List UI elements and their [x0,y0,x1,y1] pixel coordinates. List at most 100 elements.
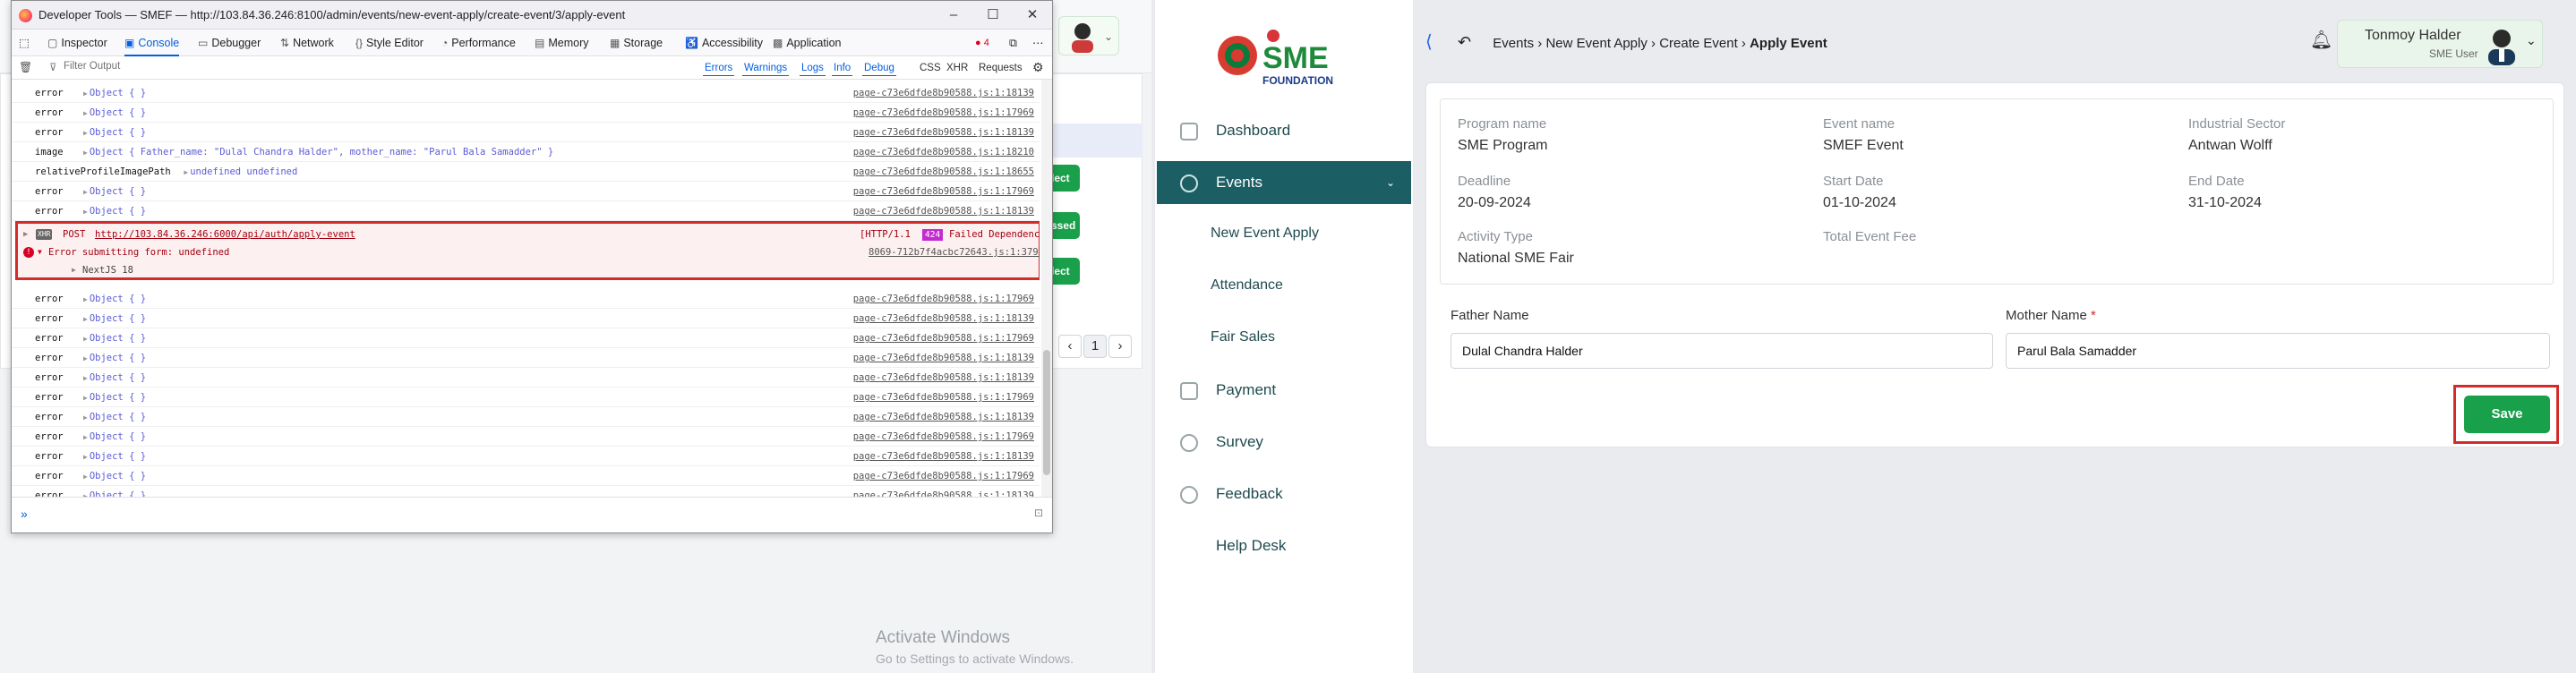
sidebar-subitem-attendance[interactable]: Attendance [1211,277,1283,294]
console-row[interactable]: error ▶ Object { } page-c73e6dfde8b90588.js… [12,83,1040,103]
sidebar-item-help-desk[interactable]: Help Desk [1157,524,1411,567]
source-link[interactable]: page-c73e6dfde8b90588.js:1:18139 [853,368,1034,387]
source-link[interactable]: page-c73e6dfde8b90588.js:1:18210 [853,142,1034,161]
tab-application[interactable]: ▩ Application [773,30,842,56]
source-link[interactable]: page-c73e6dfde8b90588.js:1:17969 [853,289,1034,308]
maximize-button[interactable]: ☐ [973,1,1013,30]
expand-icon[interactable]: ▶ [72,261,76,279]
more-menu-icon[interactable]: ⋯ [1032,30,1044,56]
console-row[interactable]: error ▶ Object { } page-c73e6dfde8b90588.js… [12,348,1040,368]
console-row[interactable]: error ▶ Object { } page-c73e6dfde8b90588.js… [12,407,1040,427]
source-link[interactable]: page-c73e6dfde8b90588.js:1:18139 [853,348,1034,367]
collapse-icon[interactable]: ▼ [38,243,42,261]
close-button[interactable]: ✕ [1013,1,1052,30]
source-link[interactable]: page-c73e6dfde8b90588.js:1:17969 [853,328,1034,347]
filter-info[interactable]: Info [832,60,853,76]
dock-icon[interactable]: ⧉ [1009,30,1017,56]
expand-icon[interactable]: ▶ [83,109,88,117]
source-link[interactable]: page-c73e6dfde8b90588.js:1:17969 [853,466,1034,485]
expand-icon[interactable]: ▶ [23,226,28,243]
filter-requests[interactable]: Requests [977,60,1024,76]
background-user-avatar[interactable]: ⌄ [1058,16,1119,55]
console-row[interactable]: error ▶ Object { } page-c73e6dfde8b90588.js… [12,328,1040,348]
error-message-row[interactable]: ! ▼ Error submitting form: undefined 806… [18,243,1040,261]
expand-icon[interactable]: ▶ [83,335,88,343]
source-link[interactable]: page-c73e6dfde8b90588.js:1:18139 [853,123,1034,141]
tab-storage[interactable]: ▦ Storage [610,30,663,56]
breadcrumb-item[interactable]: Events [1493,36,1534,51]
tab-network[interactable]: ⇅ Network [280,30,334,56]
filter-warnings[interactable]: Warnings [742,60,790,76]
sidebar-item-events[interactable]: Events ⌄ [1157,161,1411,204]
tab-console[interactable]: ▣ Console [124,30,180,56]
console-row[interactable]: relativeProfileImagePath ▶ undefined undef… [12,162,1040,182]
sidebar-item-payment[interactable]: Payment [1157,369,1411,412]
console-scrollbar-thumb[interactable] [1043,350,1050,475]
pager-next-button[interactable]: › [1108,335,1132,358]
tab-inspector[interactable]: ▢ Inspector [47,30,107,56]
console-row[interactable]: image ▶ Object { Father_name: "Dulal Chand… [12,142,1040,162]
father-name-input[interactable]: Dulal Chandra Halder [1451,333,1993,369]
filter-logs[interactable]: Logs [800,60,826,76]
expand-icon[interactable]: ▶ [83,315,88,323]
source-link[interactable]: page-c73e6dfde8b90588.js:1:18139 [853,447,1034,465]
source-link[interactable]: page-c73e6dfde8b90588.js:1:18139 [853,83,1034,102]
console-row[interactable]: error ▶ Object { } page-c73e6dfde8b90588.js… [12,309,1040,328]
source-link[interactable]: page-c73e6dfde8b90588.js:1:18139 [853,309,1034,328]
sme-foundation-logo[interactable]: SME FOUNDATION [1218,25,1352,88]
console-row[interactable]: error ▶ Object { } page-c73e6dfde8b90588.js… [12,427,1040,447]
tab-accessibility[interactable]: ♿ Accessibility [685,30,763,56]
back-arrow-icon[interactable]: ↶ [1458,33,1471,51]
source-link[interactable]: page-c73e6dfde8b90588.js:1:18139 [853,407,1034,426]
source-link[interactable]: page-c73e6dfde8b90588.js:1:17969 [853,388,1034,406]
expand-icon[interactable]: ▶ [83,188,88,196]
source-link[interactable]: page-c73e6dfde8b90588.js:1:17969 [853,427,1034,446]
console-row[interactable]: error ▶ Object { } page-c73e6dfde8b90588.js… [12,182,1040,201]
console-row[interactable]: error ▶ Object { } page-c73e6dfde8b90588.js… [12,289,1040,309]
console-row[interactable]: error ▶ Object { } page-c73e6dfde8b90588.js… [12,388,1040,407]
sidebar-item-feedback[interactable]: Feedback [1157,473,1411,515]
expand-icon[interactable]: ▶ [83,89,88,98]
console-row[interactable]: error ▶ Object { } page-c73e6dfde8b90588.js… [12,466,1040,486]
user-menu[interactable]: Tonmoy Halder SME User ⌄ [2337,20,2543,68]
pager-page-button[interactable]: 1 [1083,335,1107,358]
source-link[interactable]: page-c73e6dfde8b90588.js:1:18655 [853,162,1034,181]
console-row[interactable]: error ▶ Object { } page-c73e6dfde8b90588.js… [12,447,1040,466]
console-input[interactable]: » ⊡ [12,497,1052,532]
settings-gear-icon[interactable]: ⚙ [1032,60,1044,75]
expand-icon[interactable]: ▶ [83,208,88,216]
collapse-sidebar-icon[interactable]: ⟨ [1425,32,1433,52]
source-link[interactable]: page-c73e6dfde8b90588.js:1:18139 [853,201,1034,220]
notification-bell-icon[interactable]: 🔔︎ [2310,29,2332,51]
expand-icon[interactable]: ▶ [184,168,188,176]
source-link[interactable]: page-c73e6dfde8b90588.js:1:17969 [853,182,1034,200]
error-source-link[interactable]: 8069-712b7f4acbc72643.js:1:3792 [869,243,1040,261]
expand-icon[interactable]: ▶ [83,149,88,157]
expand-icon[interactable]: ▶ [83,129,88,137]
console-row[interactable]: error ▶ Object { } page-c73e6dfde8b90588.js… [12,103,1040,123]
expand-icon[interactable]: ▶ [83,413,88,422]
expand-icon[interactable]: ▶ [83,374,88,382]
console-row[interactable]: error ▶ Object { } page-c73e6dfde8b90588.js… [12,486,1040,497]
mother-name-input[interactable]: Parul Bala Samadder [2006,333,2550,369]
stack-row[interactable]: ▶ NextJS 18 [18,261,1039,279]
sidebar-subitem-fair-sales[interactable]: Fair Sales [1211,329,1275,345]
breadcrumb-item[interactable]: Create Event [1659,36,1738,51]
expand-icon[interactable]: ▶ [83,394,88,402]
console-row[interactable]: error ▶ Object { } page-c73e6dfde8b90588.js… [12,201,1040,221]
console-row[interactable]: error ▶ Object { } page-c73e6dfde8b90588.js… [12,368,1040,388]
sidebar-item-survey[interactable]: Survey [1157,421,1411,464]
sidebar-item-dashboard[interactable]: Dashboard [1157,109,1411,152]
tab-performance[interactable]: ◔ Performance [441,30,516,56]
tab-style-editor[interactable]: {} Style Editor [355,30,424,56]
pager-prev-button[interactable]: ‹ [1058,335,1082,358]
minimize-button[interactable]: – [934,1,973,30]
filter-css[interactable]: CSS [918,60,943,76]
tab-debugger[interactable]: ▭ Debugger [198,30,261,56]
network-error-row[interactable]: ▶ XHR POST http://103.84.36.246:6000/api… [18,226,1040,243]
expand-icon[interactable]: ▶ [83,433,88,441]
expand-icon[interactable]: ▶ [83,473,88,481]
element-picker-icon[interactable]: ⬚ [19,30,30,56]
console-row[interactable]: error ▶ Object { } page-c73e6dfde8b90588.js… [12,123,1040,142]
source-link[interactable]: page-c73e6dfde8b90588.js:1:17969 [853,103,1034,122]
